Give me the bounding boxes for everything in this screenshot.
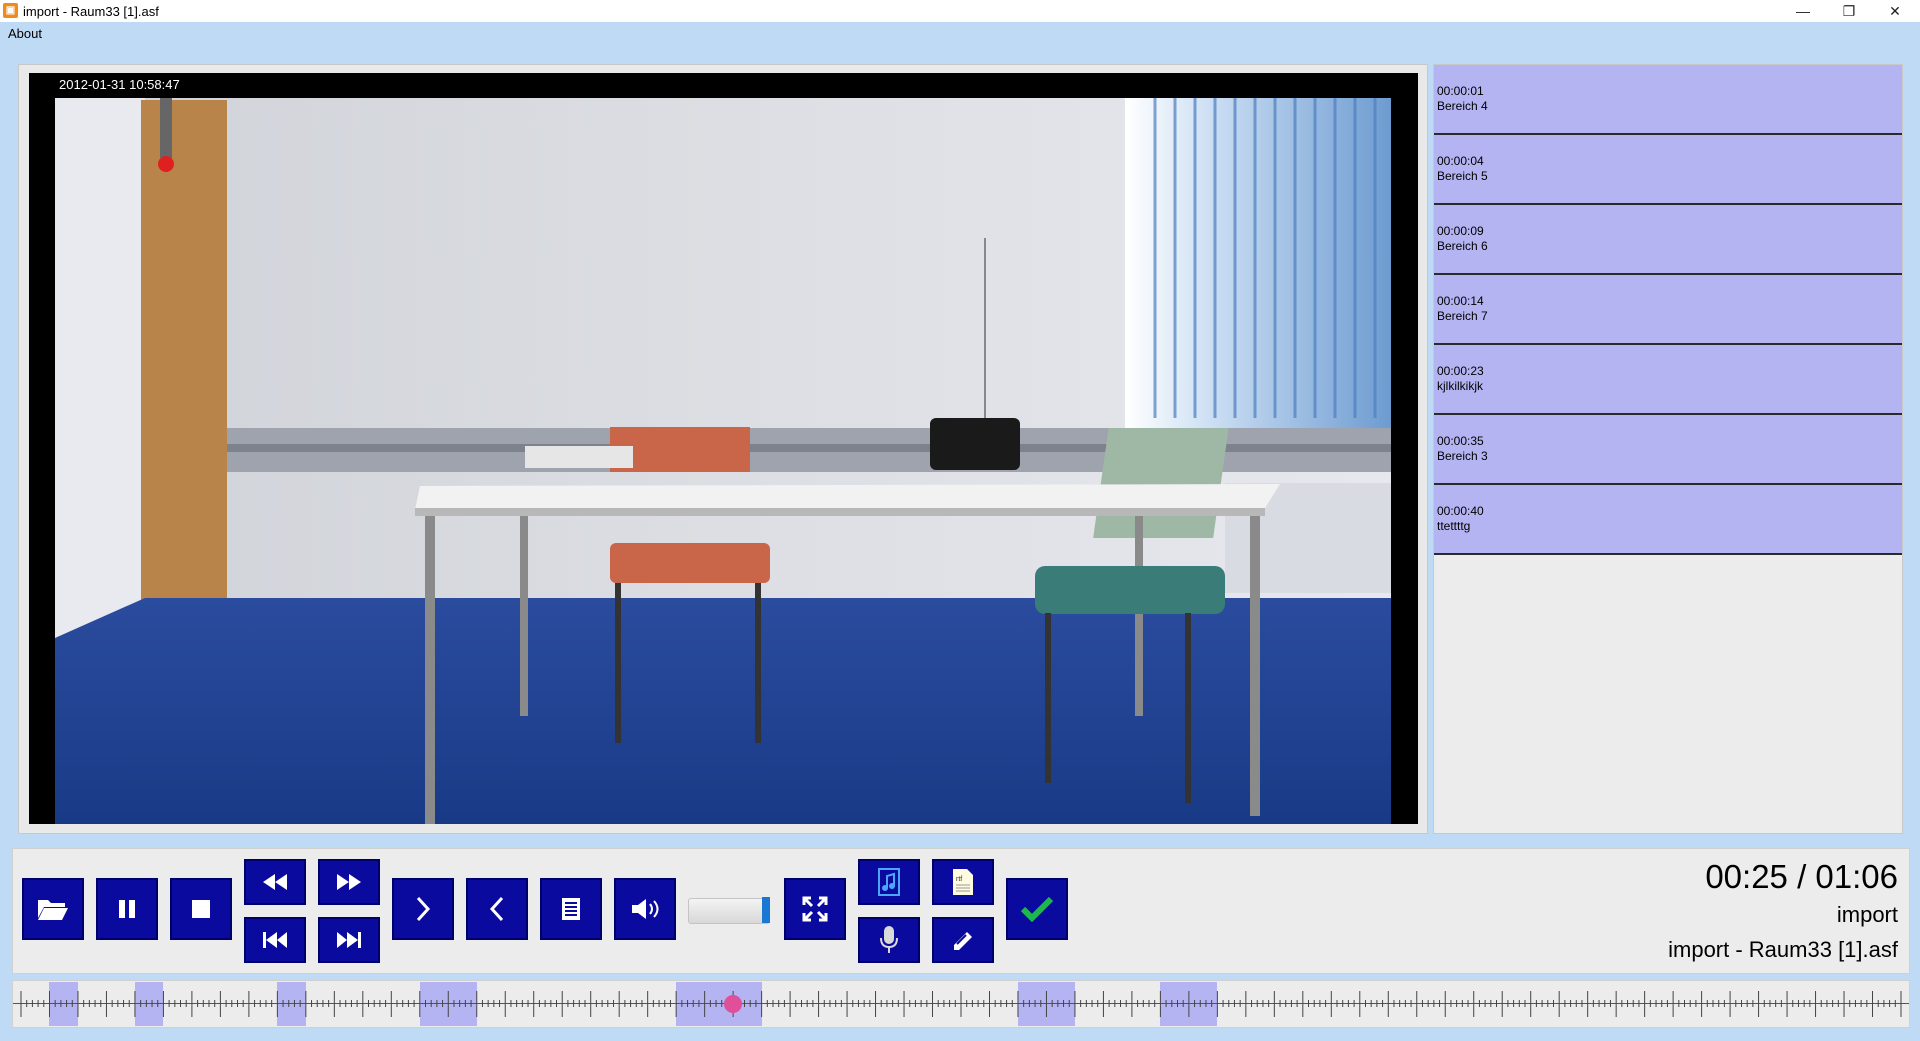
title-bar: ▣ import - Raum33 [1].asf — ❐ ✕ — [0, 0, 1920, 22]
restore-button[interactable]: ❐ — [1826, 0, 1872, 22]
previous-marker-button[interactable] — [466, 878, 528, 940]
marker-time: 00:00:04 — [1437, 154, 1484, 168]
folder-open-icon — [38, 900, 68, 920]
checkmark-icon — [1021, 896, 1053, 922]
skip-back-icon — [263, 932, 287, 948]
fast-forward-button[interactable] — [318, 859, 380, 905]
marker-label: Bereich 4 — [1437, 99, 1488, 113]
marker-label: Bereich 7 — [1437, 309, 1488, 323]
marker-label: ttettttg — [1437, 519, 1471, 533]
minimize-button[interactable]: — — [1780, 0, 1826, 22]
volume-slider[interactable] — [688, 898, 770, 924]
fullscreen-icon — [802, 896, 828, 922]
previous-icon — [489, 896, 504, 922]
marker-time: 00:00:35 — [1437, 434, 1484, 448]
edit-icon — [954, 932, 972, 950]
rtf-document-icon: rtf — [953, 869, 973, 895]
confirm-button[interactable] — [1006, 878, 1068, 940]
skip-forward-button[interactable] — [318, 917, 380, 963]
fullscreen-button[interactable] — [784, 878, 846, 940]
edit-marker-button[interactable] — [932, 917, 994, 963]
marker-time: 00:00:09 — [1437, 224, 1484, 238]
marker-item[interactable]: 00:00:35 Bereich 3 — [1434, 415, 1902, 485]
pause-button[interactable] — [96, 878, 158, 940]
marker-label: kjlkilkikjk — [1437, 379, 1483, 393]
window-title: import - Raum33 [1].asf — [23, 4, 159, 19]
marker-time: 00:00:23 — [1437, 364, 1484, 378]
marker-label: Bereich 5 — [1437, 169, 1488, 183]
rewind-icon — [263, 874, 287, 890]
stop-icon — [192, 900, 210, 918]
project-name: import — [1836, 902, 1898, 927]
timeline-ticks — [20, 991, 1902, 1017]
close-button[interactable]: ✕ — [1872, 0, 1918, 22]
marker-item[interactable]: 00:00:09 Bereich 6 — [1434, 205, 1902, 275]
fast-forward-icon — [337, 874, 361, 890]
marker-item[interactable]: 00:00:14 Bereich 7 — [1434, 275, 1902, 345]
stop-button[interactable] — [170, 878, 232, 940]
music-note-icon — [878, 868, 900, 896]
next-marker-button[interactable] — [392, 878, 454, 940]
marker-time: 00:00:14 — [1437, 294, 1484, 308]
volume-button[interactable] — [614, 878, 676, 940]
marker-time: 00:00:01 — [1437, 84, 1484, 98]
list-icon — [562, 898, 580, 920]
skip-back-button[interactable] — [244, 917, 306, 963]
pause-icon — [119, 900, 135, 918]
marker-list-button[interactable] — [540, 878, 602, 940]
rewind-button[interactable] — [244, 859, 306, 905]
marker-label: Bereich 6 — [1437, 239, 1488, 253]
marker-label: Bereich 3 — [1437, 449, 1488, 463]
volume-slider-thumb[interactable] — [762, 897, 770, 923]
timeline-playhead[interactable] — [724, 995, 743, 1013]
next-icon — [416, 896, 431, 922]
marker-time: 00:00:40 — [1437, 504, 1484, 518]
marker-item[interactable]: 00:00:04 Bereich 5 — [1434, 135, 1902, 205]
time-display: 00:25 / 01:06 — [1705, 858, 1898, 895]
record-audio-button[interactable] — [858, 917, 920, 963]
video-frame[interactable]: 2012-01-31 10:58:47 — [29, 73, 1418, 824]
microphone-icon — [880, 926, 898, 953]
marker-item[interactable]: 00:00:40 ttettttg — [1434, 485, 1902, 555]
timeline[interactable] — [12, 980, 1910, 1028]
open-file-button[interactable] — [22, 878, 84, 940]
svg-text:rtf: rtf — [956, 876, 962, 883]
rtf-export-button[interactable]: rtf — [932, 859, 994, 905]
audio-export-button[interactable] — [858, 859, 920, 905]
marker-list: 00:00:01 Bereich 4 00:00:04 Bereich 5 00… — [1433, 64, 1903, 834]
menu-about[interactable]: About — [8, 26, 42, 41]
marker-item[interactable]: 00:00:23 kjlkilkikjk — [1434, 345, 1902, 415]
video-timestamp: 2012-01-31 10:58:47 — [59, 77, 180, 92]
video-scene — [55, 98, 1391, 824]
file-name: import - Raum33 [1].asf — [1668, 937, 1898, 962]
skip-forward-icon — [337, 932, 361, 948]
volume-icon — [632, 899, 659, 919]
menu-bar: About — [0, 22, 1920, 46]
marker-item[interactable]: 00:00:01 Bereich 4 — [1434, 65, 1902, 135]
app-icon: ▣ — [3, 3, 18, 18]
